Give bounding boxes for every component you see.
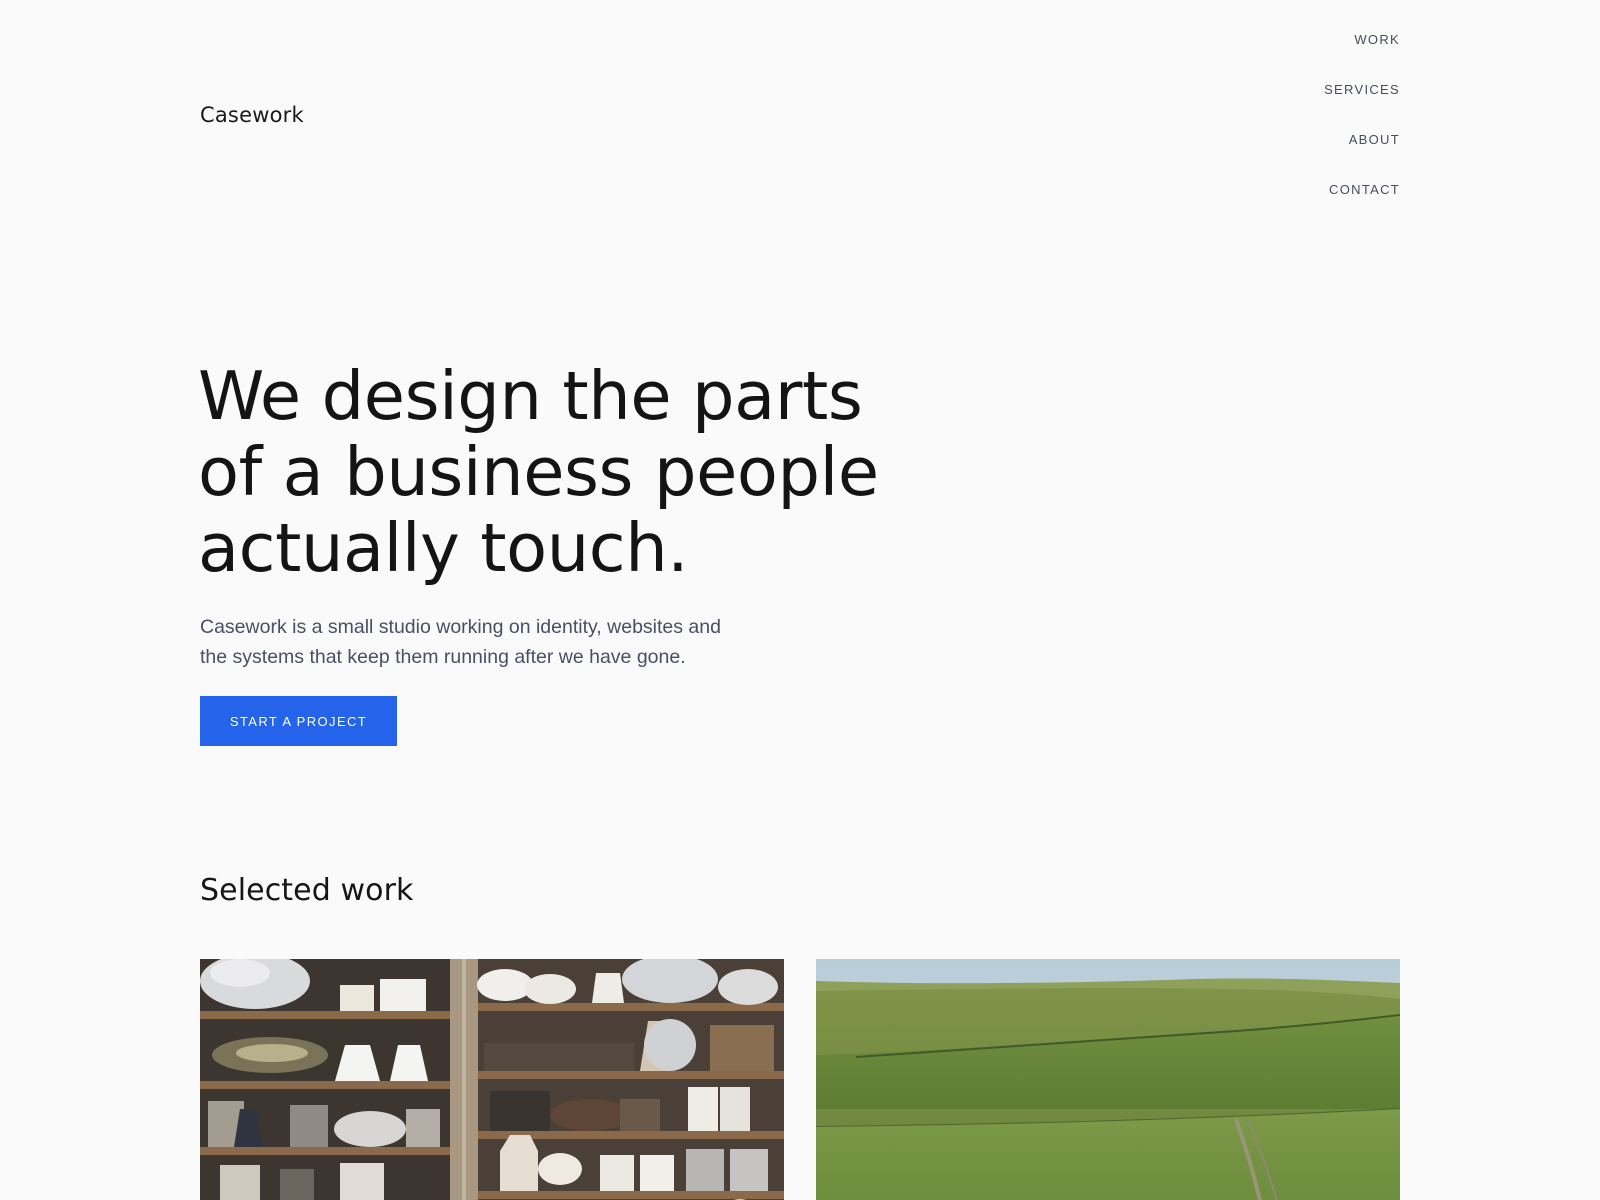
nav-about-link[interactable]: ABOUT	[1349, 132, 1400, 148]
hero-description: Casework is a small studio working on id…	[200, 612, 760, 672]
page: Casework WORK SERVICES ABOUT CONTACT We …	[0, 0, 1600, 1200]
main-nav: WORK SERVICES ABOUT CONTACT	[1324, 32, 1400, 232]
hero-title-line: actually touch.	[198, 509, 689, 587]
brand-logo[interactable]: Casework	[200, 103, 304, 127]
nav-work-link[interactable]: WORK	[1354, 32, 1400, 48]
work-card-landscape[interactable]	[816, 959, 1400, 1200]
hero-description-line: Casework is a small studio working on id…	[200, 616, 721, 638]
hero-title: We design the parts of a business people…	[198, 358, 958, 586]
section-heading: Selected work	[200, 873, 414, 908]
ceramics-shelves-photo	[200, 959, 784, 1200]
green-hills-landscape-photo	[816, 959, 1400, 1200]
work-card-ceramics[interactable]	[200, 959, 784, 1200]
start-project-button[interactable]: START A PROJECT	[200, 696, 397, 746]
nav-contact-link[interactable]: CONTACT	[1329, 182, 1400, 198]
hero-title-line: We design the parts	[198, 357, 863, 435]
hero-title-line: of a business people	[198, 433, 879, 511]
nav-services-link[interactable]: SERVICES	[1324, 82, 1400, 98]
hero-description-line: the systems that keep them running after…	[200, 646, 686, 668]
